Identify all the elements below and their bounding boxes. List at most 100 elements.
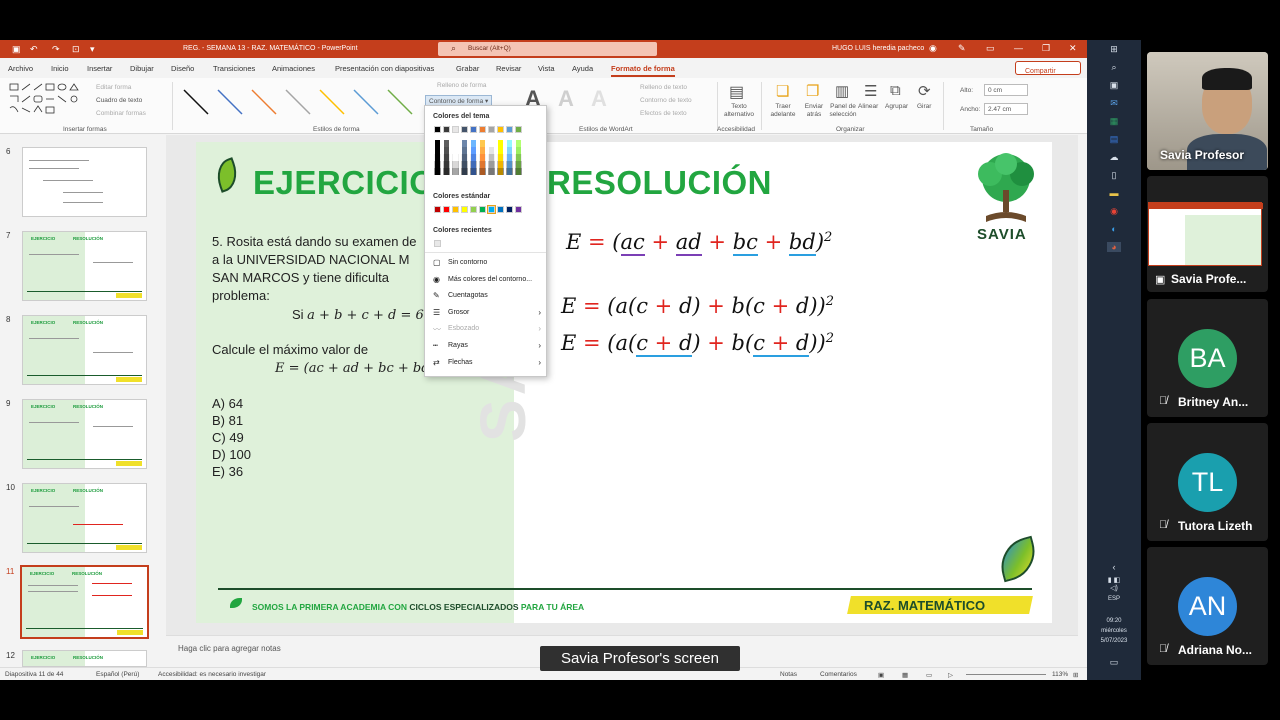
notes-toggle[interactable]: Notas <box>780 671 797 678</box>
theme-shade-swatch[interactable] <box>434 140 441 147</box>
edge-icon[interactable]: ◐ <box>1107 224 1121 234</box>
standard-color-swatch[interactable] <box>434 206 441 213</box>
theme-shade-swatch[interactable] <box>452 161 459 168</box>
theme-shade-swatch[interactable] <box>506 161 513 168</box>
tab-ayuda[interactable]: Ayuda <box>572 64 593 73</box>
tab-dibujar[interactable]: Dibujar <box>130 64 154 73</box>
theme-shade-swatch[interactable] <box>443 168 450 175</box>
theme-color-swatch[interactable] <box>515 126 522 133</box>
alt-text-button[interactable]: Texto alternativo <box>722 103 756 119</box>
tab-grabar[interactable]: Grabar <box>456 64 479 73</box>
theme-shade-swatch[interactable] <box>452 140 459 147</box>
folder-icon[interactable]: ▬ <box>1107 188 1121 198</box>
option-d[interactable]: D) 100 <box>212 447 251 462</box>
menu-item-flechas[interactable]: ⇄ Flechas › <box>431 356 543 370</box>
input-language[interactable]: ESP <box>1087 596 1141 602</box>
accessibility-status[interactable]: Accesibilidad: es necesario investigar <box>158 671 266 678</box>
theme-shade-swatch[interactable] <box>488 147 495 154</box>
equation-2[interactable]: E = (a(c + d) + b(c + d))2 <box>561 294 834 318</box>
undo-icon[interactable]: ↶ <box>30 43 38 55</box>
standard-color-swatch[interactable] <box>452 206 459 213</box>
standard-color-swatch[interactable] <box>487 205 496 214</box>
cloud-icon[interactable]: ☁ <box>1107 152 1121 163</box>
theme-color-swatch[interactable] <box>479 126 486 133</box>
zoom-level[interactable]: 113% <box>1052 671 1068 678</box>
theme-color-swatch[interactable] <box>488 126 495 133</box>
participant-video-tile[interactable]: Savia Profesor <box>1147 52 1268 170</box>
share-button[interactable]: Compartir <box>1015 61 1081 75</box>
theme-shade-swatch[interactable] <box>515 161 522 168</box>
windows-start-icon[interactable]: ⊞ <box>1107 44 1121 55</box>
theme-shade-swatch[interactable] <box>479 154 486 161</box>
text-fill[interactable]: Relleno de texto <box>640 84 687 91</box>
theme-shade-swatch[interactable] <box>488 168 495 175</box>
theme-shade-swatch[interactable] <box>479 147 486 154</box>
menu-item-cuentagotas[interactable]: ✎ Cuentagotas <box>431 289 543 303</box>
tab-inicio[interactable]: Inicio <box>51 64 69 73</box>
normal-view-icon[interactable]: ▣ <box>878 671 884 679</box>
rotate-button[interactable]: Girar <box>917 103 931 110</box>
slide-title-resolucion[interactable]: RESOLUCIÓN <box>547 164 772 202</box>
theme-shade-swatch[interactable] <box>461 168 468 175</box>
tab-presentacion[interactable]: Presentación con diapositivas <box>335 64 434 73</box>
problem-line-1[interactable]: 5. Rosita está dando su examen de <box>212 234 417 249</box>
question-text[interactable]: Calcule el máximo valor de <box>212 342 368 357</box>
participant-tile[interactable]: BA 🎙̸ Britney An... <box>1147 299 1268 417</box>
theme-shade-swatch[interactable] <box>515 147 522 154</box>
text-box[interactable]: Cuadro de texto <box>96 97 142 104</box>
tab-revisar[interactable]: Revisar <box>496 64 521 73</box>
standard-color-swatch[interactable] <box>506 206 513 213</box>
chrome-icon[interactable]: ◉ <box>1107 206 1121 217</box>
tab-animaciones[interactable]: Animaciones <box>272 64 315 73</box>
shape-fill[interactable]: Relleno de forma <box>437 82 487 89</box>
reading-view-icon[interactable]: ▭ <box>926 671 932 679</box>
restore-icon[interactable]: ❐ <box>1042 43 1050 54</box>
equation-3[interactable]: E = (a(c + d) + b(c + d))2 <box>561 331 834 357</box>
language[interactable]: Español (Perú) <box>96 671 139 678</box>
theme-shade-swatch[interactable] <box>452 147 459 154</box>
theme-shade-swatch[interactable] <box>488 140 495 147</box>
standard-color-swatch[interactable] <box>470 206 477 213</box>
theme-shade-swatch[interactable] <box>461 147 468 154</box>
theme-shade-swatch[interactable] <box>506 154 513 161</box>
equation-1[interactable]: E = (ac + ad + bc + bd)2 <box>566 230 832 256</box>
theme-shade-swatch[interactable] <box>434 154 441 161</box>
theme-shade-swatch[interactable] <box>506 147 513 154</box>
clock-time[interactable]: 09:20 <box>1087 618 1141 624</box>
recent-color-swatch[interactable] <box>434 240 441 247</box>
tab-archivo[interactable]: Archivo <box>8 64 33 73</box>
theme-shade-swatch[interactable] <box>470 168 477 175</box>
document-icon[interactable]: ▯ <box>1107 170 1121 181</box>
theme-shade-swatch[interactable] <box>434 168 441 175</box>
standard-color-swatch[interactable] <box>461 206 468 213</box>
slide-title-ejercicio[interactable]: EJERCICIO <box>253 164 435 202</box>
wordart-style-2[interactable]: A <box>558 86 574 112</box>
user-name[interactable]: HUGO LUIS heredia pacheco <box>832 45 924 52</box>
theme-shade-swatch[interactable] <box>461 140 468 147</box>
participant-tile[interactable]: AN 🎙̸ Adriana No... <box>1147 547 1268 665</box>
shapes-gallery[interactable] <box>8 82 88 118</box>
theme-shade-swatch[interactable] <box>497 147 504 154</box>
search-box[interactable]: ⌕ Buscar (Alt+Q) <box>438 42 657 56</box>
shape-styles-gallery[interactable] <box>178 84 418 120</box>
excel-icon[interactable]: ▦ <box>1107 116 1121 127</box>
text-outline[interactable]: Contorno de texto <box>640 97 692 104</box>
theme-color-swatch[interactable] <box>497 126 504 133</box>
theme-shade-swatch[interactable] <box>470 161 477 168</box>
height-input[interactable]: 0 cm <box>984 84 1028 96</box>
sorter-view-icon[interactable]: ▦ <box>902 671 908 679</box>
theme-shade-swatch[interactable] <box>461 154 468 161</box>
theme-color-swatch[interactable] <box>452 126 459 133</box>
tab-diseno[interactable]: Diseño <box>171 64 194 73</box>
theme-shade-swatch[interactable] <box>470 140 477 147</box>
theme-color-swatch[interactable] <box>461 126 468 133</box>
theme-shade-swatch[interactable] <box>452 154 459 161</box>
slide-thumbnail-9[interactable]: EJERCICIO RESOLUCIÓN <box>22 399 147 469</box>
tab-insertar[interactable]: Insertar <box>87 64 112 73</box>
bring-forward-button[interactable]: Traer adelante <box>764 103 802 119</box>
theme-shade-swatch[interactable] <box>443 161 450 168</box>
slide-thumbnail-10[interactable]: EJERCICIO RESOLUCIÓN <box>22 483 147 553</box>
problem-line-4[interactable]: problema: <box>212 288 270 303</box>
theme-shade-swatch[interactable] <box>470 147 477 154</box>
text-effects[interactable]: Efectos de texto <box>640 110 687 117</box>
